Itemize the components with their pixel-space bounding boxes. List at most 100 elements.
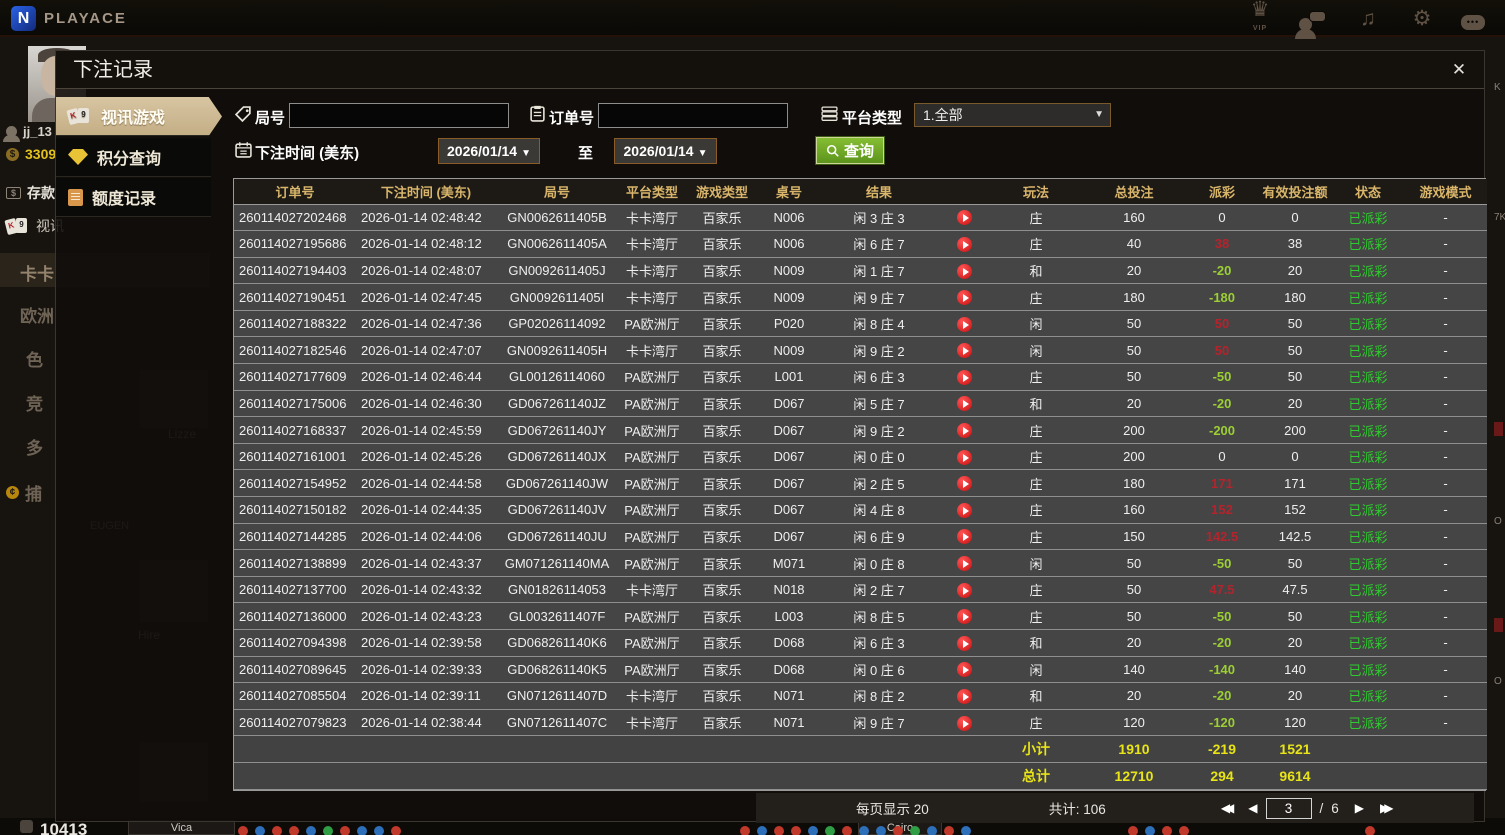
replay-play-icon[interactable] bbox=[956, 635, 972, 651]
bead-dot bbox=[272, 826, 282, 835]
round-input[interactable] bbox=[289, 103, 509, 128]
sidebar-item-europe[interactable]: 欧洲 bbox=[20, 302, 54, 327]
prev-page-icon[interactable]: ◀ bbox=[1248, 801, 1257, 815]
valid-bet: 50 bbox=[1258, 363, 1332, 391]
replay-play-icon[interactable] bbox=[956, 502, 972, 518]
date-from-select[interactable]: 2026/01/14 ▼ bbox=[438, 138, 540, 164]
table-row[interactable]: 260114027154952 2026-01-14 02:44:58 GD0672… bbox=[234, 469, 1487, 498]
replay-play-icon[interactable] bbox=[956, 263, 972, 279]
table-row[interactable]: 260114027195686 2026-01-14 02:48:12 GN0062… bbox=[234, 230, 1487, 258]
settings-gear-icon[interactable]: ⚙ bbox=[1407, 5, 1437, 33]
bet-time: 2026-01-14 02:48:42 bbox=[356, 204, 496, 232]
replay-play-icon[interactable] bbox=[956, 715, 972, 731]
table-row[interactable]: 260114027089645 2026-01-14 02:39:33 GD0682… bbox=[234, 656, 1487, 684]
valid-bet: 20 bbox=[1258, 257, 1332, 285]
search-button[interactable]: 查询 bbox=[814, 136, 886, 165]
replay-play-icon[interactable] bbox=[956, 423, 972, 439]
platform-select[interactable]: 1.全部 ▼ bbox=[914, 103, 1111, 127]
date-to-select[interactable]: 2026/01/14 ▼ bbox=[614, 138, 717, 164]
replay-play-icon[interactable] bbox=[956, 369, 972, 385]
bet-type: 庄 bbox=[990, 602, 1082, 630]
table-row[interactable]: 260114027144285 2026-01-14 02:44:06 GD0672… bbox=[234, 523, 1487, 551]
first-page-icon[interactable]: ◀◀ bbox=[1221, 801, 1235, 815]
round-no: GD067261140JV bbox=[496, 496, 618, 524]
replay-play-icon[interactable] bbox=[956, 449, 972, 465]
round-no: GN0092611405H bbox=[496, 336, 618, 365]
game-mode: - bbox=[1404, 363, 1487, 391]
pagination-bar: 每页显示 20 共计: 106 ◀◀ ◀ 3 / 6 ▶ ▶▶ bbox=[756, 793, 1474, 823]
status-badge: 已派彩 bbox=[1332, 363, 1404, 391]
playace-logo[interactable]: N bbox=[11, 6, 36, 31]
bead-dot bbox=[1145, 826, 1155, 835]
status-badge: 已派彩 bbox=[1332, 469, 1404, 498]
tab-points-query[interactable]: 积分查询 bbox=[56, 138, 211, 177]
table-row[interactable]: 260114027079823 2026-01-14 02:38:44 GN0712… bbox=[234, 709, 1487, 737]
replay-play-icon[interactable] bbox=[956, 662, 972, 678]
table-row[interactable]: 260114027177609 2026-01-14 02:46:44 GL0012… bbox=[234, 363, 1487, 391]
last-page-icon[interactable]: ▶▶ bbox=[1380, 801, 1394, 815]
total-bet: 20 bbox=[1082, 257, 1186, 285]
replay-play-icon[interactable] bbox=[956, 609, 972, 625]
order-input[interactable] bbox=[598, 103, 788, 128]
vip-icon[interactable]: ♛ VIP bbox=[1245, 0, 1275, 43]
tab-video-games[interactable]: K9 视讯游戏 bbox=[56, 97, 222, 136]
table-row[interactable]: 260114027182546 2026-01-14 02:47:07 GN0092… bbox=[234, 336, 1487, 365]
chat-bubble-icon[interactable]: ••• bbox=[1461, 8, 1491, 30]
replay-play-icon[interactable] bbox=[956, 582, 972, 598]
replay-play-icon[interactable] bbox=[956, 529, 972, 545]
order-no: 260114027182546 bbox=[234, 336, 356, 365]
table-row[interactable]: 260114027175006 2026-01-14 02:46:30 GD0672… bbox=[234, 390, 1487, 418]
deposit-row[interactable]: $ 存款 bbox=[6, 183, 55, 203]
payout: -50 bbox=[1186, 602, 1258, 630]
table-row[interactable]: 260114027161001 2026-01-14 02:45:26 GD0672… bbox=[234, 443, 1487, 471]
replay-play-icon[interactable] bbox=[956, 316, 972, 332]
replay-play-icon[interactable] bbox=[956, 476, 972, 492]
table-header-row: 订单号 下注时间 (美东) 局号 平台类型 游戏类型 桌号 结果 玩法 总投注 派彩 有效投注额 状态… bbox=[234, 179, 1487, 205]
bet-type: 庄 bbox=[990, 363, 1082, 391]
payout: 0 bbox=[1186, 204, 1258, 232]
next-page-icon[interactable]: ▶ bbox=[1355, 801, 1364, 815]
sidebar-item-jing[interactable]: 竞 bbox=[26, 390, 43, 415]
table-row[interactable]: 260114027137700 2026-01-14 02:43:32 GN0182… bbox=[234, 576, 1487, 604]
empty-cell bbox=[758, 735, 820, 763]
close-icon[interactable]: ✕ bbox=[1448, 59, 1470, 81]
table-row[interactable]: 260114027085504 2026-01-14 02:39:11 GN0712… bbox=[234, 682, 1487, 710]
sidebar-item-duo[interactable]: 多 bbox=[26, 434, 43, 459]
deposit-icon: $ bbox=[6, 187, 21, 199]
table-row[interactable]: 260114027138899 2026-01-14 02:43:37 GM0712… bbox=[234, 549, 1487, 577]
support-chat-icon[interactable] bbox=[1295, 8, 1329, 39]
result: 闲 0 庄 8 bbox=[820, 549, 938, 577]
table-row[interactable]: 260114027190451 2026-01-14 02:47:45 GN0092… bbox=[234, 283, 1487, 311]
valid-bet: 120 bbox=[1258, 709, 1332, 737]
replay-play-icon[interactable] bbox=[956, 210, 972, 226]
bet-time: 2026-01-14 02:43:23 bbox=[356, 602, 496, 630]
sidebar-item-fish[interactable]: ¢ 捕 bbox=[6, 480, 42, 505]
table-row[interactable]: 260114027136000 2026-01-14 02:43:23 GL0032… bbox=[234, 602, 1487, 630]
replay-play-icon[interactable] bbox=[956, 396, 972, 412]
bet-time: 2026-01-14 02:48:12 bbox=[356, 230, 496, 258]
status-badge: 已派彩 bbox=[1332, 709, 1404, 737]
music-icon[interactable]: ♫ bbox=[1353, 5, 1383, 33]
sidebar-item-se[interactable]: 色 bbox=[26, 346, 43, 371]
bead-dot bbox=[757, 826, 767, 835]
page-input[interactable]: 3 bbox=[1265, 797, 1312, 819]
table-row[interactable]: 260114027150182 2026-01-14 02:44:35 GD0672… bbox=[234, 496, 1487, 524]
table-row[interactable]: 260114027194403 2026-01-14 02:48:07 GN0092… bbox=[234, 257, 1487, 285]
replay-play-icon[interactable] bbox=[956, 236, 972, 252]
bead-dot bbox=[306, 826, 316, 835]
replay-cell bbox=[938, 682, 990, 710]
tab-credit-records[interactable]: 额度记录 bbox=[56, 178, 211, 217]
table-row[interactable]: 260114027168337 2026-01-14 02:45:59 GD0672… bbox=[234, 416, 1487, 444]
table-row[interactable]: 260114027188322 2026-01-14 02:47:36 GP0202… bbox=[234, 310, 1487, 338]
total-bet: 200 bbox=[1082, 416, 1186, 444]
bet-type: 庄 bbox=[990, 443, 1082, 471]
round-no: GL00126114060 bbox=[496, 363, 618, 391]
replay-play-icon[interactable] bbox=[956, 290, 972, 306]
replay-cell bbox=[938, 204, 990, 232]
replay-play-icon[interactable] bbox=[956, 689, 972, 705]
sidebar-item-kaka[interactable]: 卡卡 bbox=[20, 260, 54, 285]
replay-play-icon[interactable] bbox=[956, 343, 972, 359]
table-row[interactable]: 260114027202468 2026-01-14 02:48:42 GN0062… bbox=[234, 204, 1487, 232]
replay-play-icon[interactable] bbox=[956, 556, 972, 572]
table-row[interactable]: 260114027094398 2026-01-14 02:39:58 GD0682… bbox=[234, 629, 1487, 657]
